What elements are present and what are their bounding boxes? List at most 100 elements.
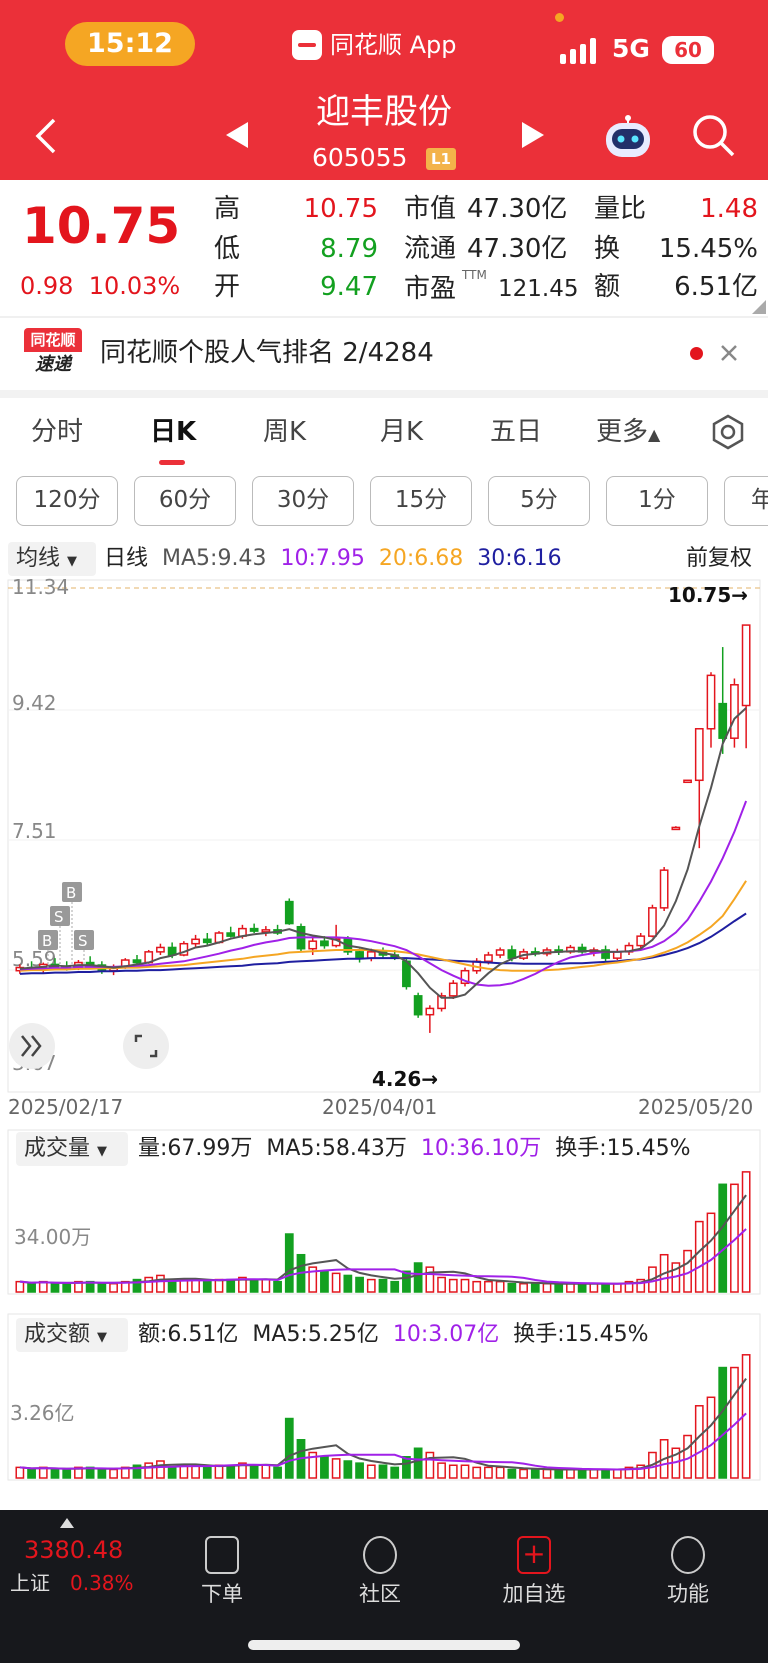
nav-community[interactable]: 社区: [320, 1522, 440, 1608]
volume-bar: [284, 1233, 294, 1293]
value-market-cap: 47.30亿: [467, 194, 568, 224]
volume-bar: [542, 1282, 552, 1293]
candle-body: [191, 938, 200, 945]
search-icon[interactable]: [692, 114, 736, 158]
period-year[interactable]: 年: [724, 476, 768, 526]
nav-add-watchlist-label: 加自选: [502, 1582, 566, 1606]
expand-sidebar-button[interactable]: [9, 1023, 55, 1069]
volume-bar: [355, 1276, 364, 1293]
amount-bar: [378, 1464, 388, 1479]
amount-bar: [15, 1466, 25, 1479]
prev-stock-icon[interactable]: [224, 120, 250, 150]
expand-corner-icon[interactable]: [752, 300, 766, 314]
amount-bar: [402, 1456, 411, 1479]
close-icon[interactable]: [720, 344, 738, 362]
marker-sell: S: [54, 908, 64, 926]
volume-bar: [320, 1270, 329, 1293]
volume-ma10: 10:36.10万: [420, 1136, 542, 1161]
candle-body: [156, 946, 165, 953]
candle-body: [659, 869, 669, 909]
marker-sell: S: [78, 932, 88, 950]
amount-bar: [331, 1458, 341, 1479]
tab-intraday[interactable]: 分时: [31, 414, 83, 450]
tab-weekly-k[interactable]: 周K: [263, 414, 306, 450]
amount-bar: [612, 1468, 622, 1479]
stock-name: 迎丰股份: [316, 92, 452, 132]
period-5min[interactable]: 5分: [488, 476, 590, 526]
nav-functions[interactable]: 功能: [628, 1522, 748, 1608]
volume-bar: [589, 1282, 599, 1293]
network-type: 5G: [612, 34, 650, 63]
volume-bar: [343, 1274, 353, 1293]
volume-bar: [331, 1272, 341, 1293]
volume-bar: [472, 1280, 482, 1293]
candle-body: [202, 938, 212, 944]
nav-community-label: 社区: [359, 1582, 401, 1606]
candle-body: [706, 674, 716, 730]
next-stock-icon[interactable]: [520, 120, 546, 150]
dropdown-icon: ▼: [97, 1330, 108, 1345]
popularity-banner-text[interactable]: 同花顺个股人气排名 2/4284: [100, 334, 434, 372]
period-1min[interactable]: 1分: [606, 476, 708, 526]
candle-body: [320, 940, 329, 947]
amount-bar: [261, 1464, 271, 1479]
amount-bar: [495, 1466, 505, 1479]
tab-daily-k[interactable]: 日K: [150, 414, 196, 450]
volume-bar: [378, 1278, 388, 1293]
tab-more[interactable]: 更多▲: [596, 414, 660, 453]
period-60min[interactable]: 60分: [134, 476, 236, 526]
candle-body: [484, 954, 493, 963]
candle-body: [308, 940, 318, 950]
robot-assistant-icon[interactable]: [602, 114, 654, 160]
amount-axis-label: 3.26亿: [10, 1401, 75, 1425]
active-tab-indicator: [159, 460, 185, 465]
settings-hexagon-icon[interactable]: [710, 414, 746, 450]
volume-bar: [425, 1266, 435, 1293]
amount-bar: [273, 1466, 282, 1479]
index-value[interactable]: 3380.48: [24, 1534, 123, 1566]
label-low: 低: [214, 234, 241, 264]
fullscreen-button[interactable]: [123, 1023, 169, 1069]
volume-indicator-selector[interactable]: 成交量 ▼: [16, 1132, 128, 1166]
amount-bar: [50, 1468, 60, 1479]
amount-values: 额:6.51亿 MA5:5.25亿 10:3.07亿 换手:15.45%: [138, 1320, 649, 1350]
amount-bar: [27, 1468, 36, 1479]
kline-chart[interactable]: 11.34 9.42 7.51 5.59 3.67 10.75→ 4.26→ B…: [0, 538, 768, 1498]
amount-indicator-selector[interactable]: 成交额 ▼: [16, 1318, 128, 1352]
volume-bar: [554, 1282, 564, 1293]
amount-value: 额:6.51亿: [138, 1322, 239, 1347]
tab-five-day[interactable]: 五日: [490, 414, 542, 450]
volume-bar: [214, 1278, 224, 1293]
nav-order[interactable]: 下单: [162, 1522, 282, 1608]
amount-bar: [355, 1462, 364, 1479]
volume-bar: [167, 1280, 177, 1293]
document-icon: [205, 1536, 239, 1574]
amount-bar: [530, 1468, 540, 1479]
volume-bar: [519, 1282, 528, 1293]
amount-bar: [694, 1405, 704, 1479]
amount-bar: [191, 1464, 200, 1479]
volume-bar: [413, 1262, 423, 1293]
amount-turnover: 换手:15.45%: [513, 1322, 649, 1347]
period-30min[interactable]: 30分: [252, 476, 354, 526]
candle-body: [495, 949, 505, 956]
amount-bar: [577, 1468, 587, 1479]
amount-bar: [601, 1468, 610, 1479]
nav-add-watchlist[interactable]: + 加自选: [474, 1522, 594, 1608]
label-volume-ratio: 量比: [594, 194, 647, 224]
stock-header: 15:12 同花顺 App 5G 60 迎丰股份 605055 L1: [0, 0, 768, 180]
period-120min[interactable]: 120分: [16, 476, 118, 526]
volume-bar: [577, 1282, 587, 1293]
amount-bar: [390, 1466, 400, 1479]
amount-bar: [425, 1451, 435, 1479]
value-amount: 6.51亿: [674, 272, 758, 302]
tab-monthly-k[interactable]: 月K: [380, 414, 423, 450]
volume-bar: [718, 1183, 728, 1293]
volume-value: 量:67.99万: [138, 1136, 253, 1161]
volume-bar: [612, 1282, 622, 1293]
volume-bar: [202, 1280, 212, 1293]
period-15min[interactable]: 15分: [370, 476, 472, 526]
amount-title: 成交额: [24, 1322, 91, 1347]
volume-bar: [109, 1282, 118, 1293]
back-icon[interactable]: [32, 116, 60, 156]
